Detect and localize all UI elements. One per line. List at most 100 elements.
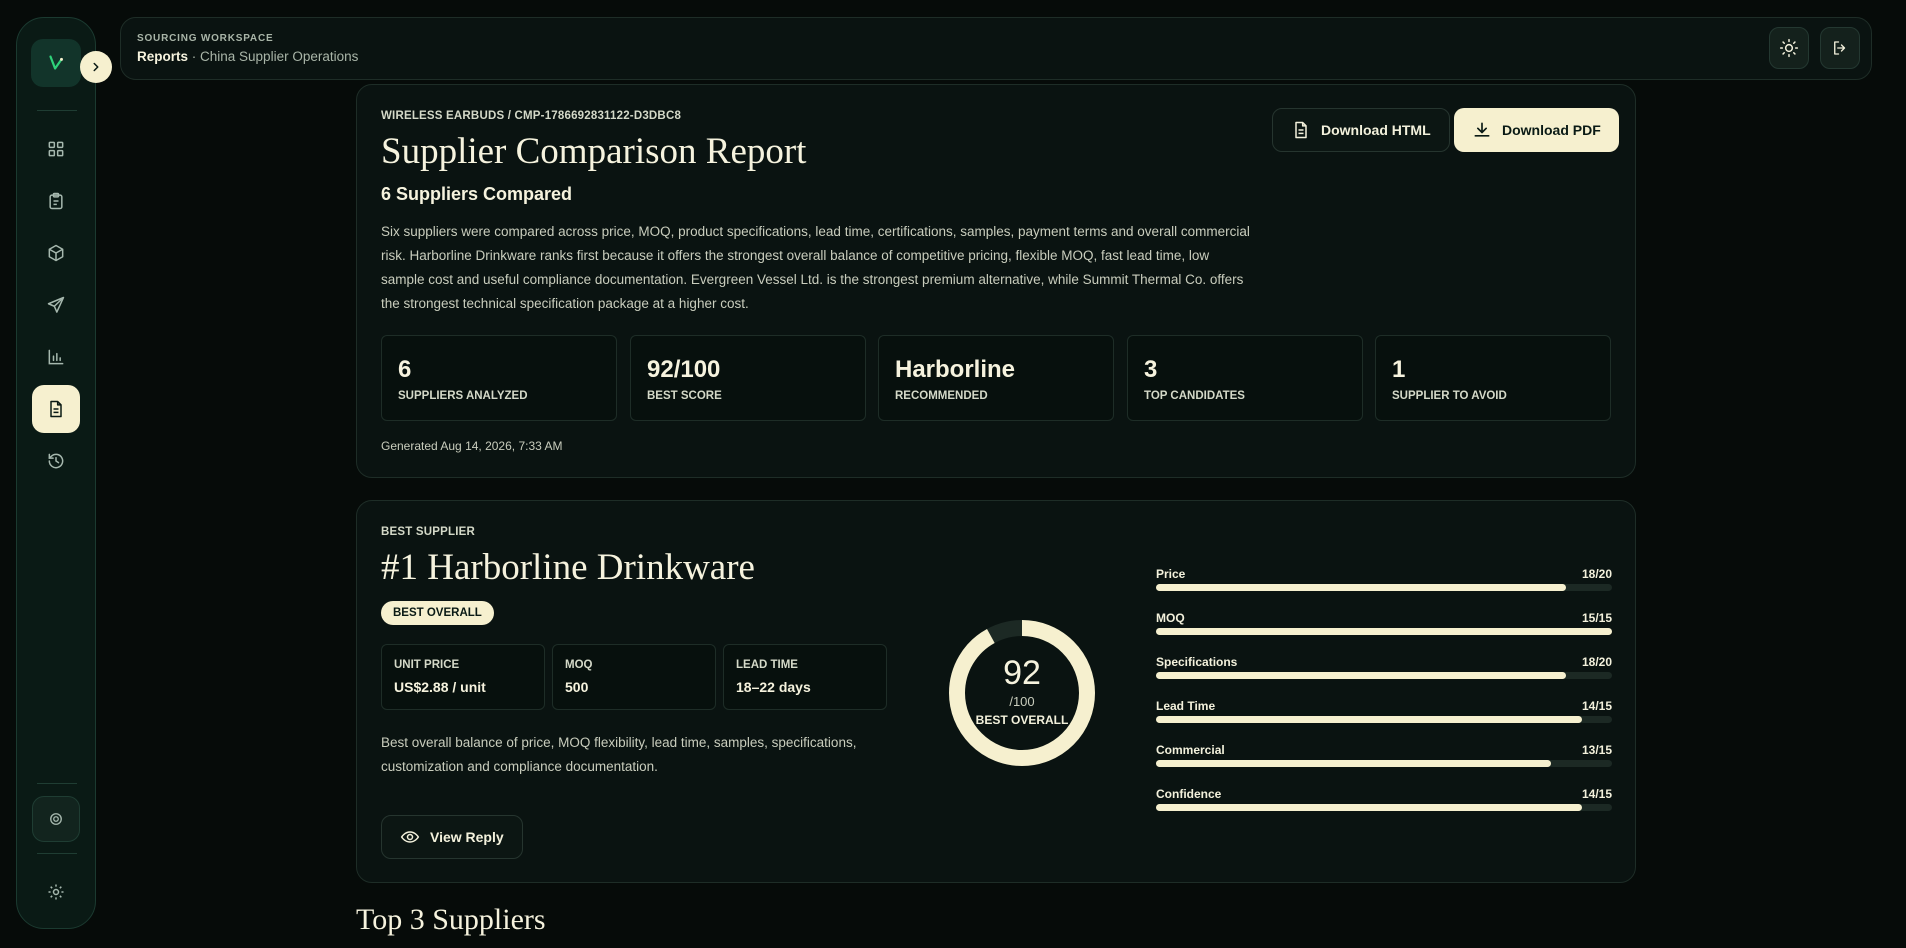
best-supplier-description: Best overall balance of price, MOQ flexi…	[381, 735, 857, 774]
stat-value: 1	[1392, 356, 1406, 383]
score-fill	[1156, 760, 1552, 767]
sidebar-item-reports[interactable]	[32, 385, 80, 433]
file-icon	[1295, 121, 1307, 139]
metric-card: UNIT PRICE US$2.88 / unit	[381, 644, 545, 710]
top-header: SOURCING WORKSPACE Reports · China Suppl…	[120, 17, 1872, 80]
stat-card: 3 TOP CANDIDATES	[1127, 335, 1363, 421]
view-reply-button[interactable]: View Reply	[381, 815, 523, 859]
send-icon	[47, 296, 65, 313]
score-value: 92	[1003, 654, 1041, 692]
top-suppliers-heading: Top 3 Suppliers	[356, 903, 546, 936]
score-track	[1156, 672, 1612, 679]
metric-card: LEAD TIME 18–22 days	[723, 644, 887, 710]
bar-chart-icon	[48, 349, 64, 365]
score-row-name: Lead Time	[1156, 699, 1216, 713]
sidebar-divider	[37, 853, 77, 854]
score-gauge: 92 /100 BEST OVERALL	[948, 619, 1096, 767]
metric-value: US$2.88 / unit	[394, 679, 486, 695]
stat-value: 92/100	[647, 356, 721, 383]
stat-card: 1 SUPPLIER TO AVOID	[1375, 335, 1611, 421]
sidebar-item-analytics[interactable]	[32, 333, 80, 381]
breadcrumb-separator: ·	[188, 49, 201, 64]
report-eyebrow: WIRELESS EARBUDS / CMP-1786692831122-D3D…	[381, 110, 682, 122]
report-subtitle: 6 Suppliers Compared	[381, 184, 573, 204]
sidebar-divider	[37, 783, 77, 784]
metric-card: MOQ 500	[552, 644, 716, 710]
score-row-name: Specifications	[1156, 655, 1238, 669]
best-supplier-eyebrow: BEST SUPPLIER	[381, 526, 475, 538]
sun-icon	[1779, 38, 1799, 58]
metric-label: UNIT PRICE	[394, 659, 460, 671]
download-icon	[1474, 122, 1490, 137]
history-icon	[48, 453, 64, 469]
generated-timestamp: Generated Aug 14, 2026, 7:33 AM	[381, 439, 563, 453]
metric-label: MOQ	[565, 659, 593, 671]
score-row-value: 13/15	[1581, 743, 1612, 757]
stat-card: Harborline RECOMMENDED	[878, 335, 1114, 421]
sidebar-divider	[37, 110, 77, 111]
score-row-name: MOQ	[1156, 611, 1185, 625]
view-reply-label: View Reply	[430, 829, 504, 845]
score-row-name: Confidence	[1156, 787, 1222, 801]
brand-logo[interactable]	[31, 39, 81, 87]
theme-toggle-button[interactable]	[1769, 27, 1809, 69]
score-row-value: 14/15	[1581, 699, 1612, 713]
dashboard-icon	[48, 141, 64, 157]
score-row-name: Price	[1156, 567, 1186, 581]
score-track	[1156, 760, 1612, 767]
best-supplier-title: #1 Harborline Drinkware	[381, 547, 755, 588]
chevron-right-icon	[93, 62, 99, 72]
download-html-button[interactable]: Download HTML	[1272, 108, 1450, 152]
score-row-value: 15/15	[1581, 611, 1612, 625]
stat-label: TOP CANDIDATES	[1144, 390, 1245, 402]
sidebar-item-send[interactable]	[32, 281, 80, 329]
gear-icon	[48, 884, 64, 900]
support-icon	[50, 813, 62, 825]
sidebar-item-dashboard[interactable]	[32, 125, 80, 173]
stat-value: 3	[1144, 356, 1158, 383]
sidebar-item-settings[interactable]	[32, 868, 80, 916]
score-fill	[1156, 584, 1567, 591]
score-ring	[949, 620, 1095, 766]
package-icon	[48, 244, 64, 262]
score-arc	[949, 620, 1095, 766]
best-overall-badge: BEST OVERALL	[381, 601, 494, 625]
sidebar-item-history[interactable]	[32, 437, 80, 485]
report-document-icon	[50, 400, 62, 418]
score-fill	[1156, 716, 1582, 723]
workspace-label: SOURCING WORKSPACE	[137, 33, 274, 44]
stat-label: SUPPLIER TO AVOID	[1392, 390, 1507, 402]
download-pdf-button[interactable]: Download PDF	[1454, 108, 1619, 152]
report-overview-card: WIRELESS EARBUDS / CMP-1786692831122-D3D…	[356, 84, 1636, 478]
score-track	[1156, 716, 1612, 723]
download-pdf-label: Download PDF	[1502, 122, 1601, 138]
expand-sidebar-button[interactable]	[80, 51, 112, 83]
breadcrumb: Reports · China Supplier Operations	[137, 49, 358, 64]
score-fill	[1156, 628, 1612, 635]
page-title: Supplier Comparison Report	[381, 131, 807, 172]
clipboard-icon	[49, 192, 63, 210]
score-row-name: Commercial	[1156, 743, 1225, 757]
best-supplier-card: BEST SUPPLIER #1 Harborline Drinkware BE…	[356, 500, 1636, 883]
stat-card: 6 SUPPLIERS ANALYZED	[381, 335, 617, 421]
score-fill	[1156, 804, 1582, 811]
leaf-logo-icon	[49, 55, 63, 70]
sidebar-item-package[interactable]	[32, 229, 80, 277]
stat-value: 6	[398, 356, 412, 383]
score-row-value: 18/20	[1581, 567, 1612, 581]
stat-label: BEST SCORE	[647, 390, 722, 402]
logout-icon	[1834, 41, 1846, 55]
breadcrumb-section[interactable]: Reports	[137, 49, 188, 64]
sidebar-item-clipboard[interactable]	[32, 177, 80, 225]
stat-card: 92/100 BEST SCORE	[630, 335, 866, 421]
support-button[interactable]	[32, 796, 80, 842]
score-max: /100	[1009, 694, 1035, 709]
stat-label: RECOMMENDED	[895, 390, 988, 402]
download-html-label: Download HTML	[1321, 122, 1431, 138]
score-row-value: 18/20	[1581, 655, 1612, 669]
score-fill	[1156, 672, 1567, 679]
logout-button[interactable]	[1820, 27, 1860, 69]
score-row-value: 14/15	[1581, 787, 1612, 801]
metric-value: 500	[565, 679, 589, 695]
sidebar	[16, 17, 112, 929]
